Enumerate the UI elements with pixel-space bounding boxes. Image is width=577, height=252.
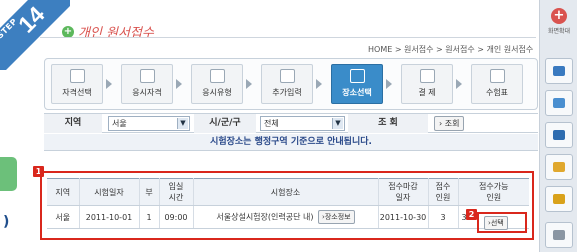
- region-select-value: 서울: [112, 119, 127, 128]
- notice-text: 시험장소는 행정구역 기준으로 안내됩니다.: [44, 134, 538, 151]
- form-icon: [209, 69, 225, 83]
- cell-region: 서울: [47, 205, 80, 229]
- cell-time: 09:00: [159, 205, 194, 229]
- step-label: 응시자격: [132, 88, 162, 97]
- step-label: 추가입력: [272, 88, 302, 97]
- step-label: 수험표: [485, 88, 509, 97]
- region-select[interactable]: 서울 ▼: [108, 116, 190, 131]
- search-button[interactable]: › 조회: [434, 116, 465, 131]
- step-payment: 결 제: [401, 64, 453, 104]
- col-header-place: 시험장소: [193, 178, 379, 206]
- card-icon: [553, 130, 565, 140]
- rail-item-card[interactable]: [545, 122, 573, 148]
- arrow-icon: [106, 79, 113, 89]
- step-label: 결 제: [418, 88, 436, 97]
- arrow-icon: [456, 79, 463, 89]
- city-select[interactable]: 전체 ▼: [260, 116, 345, 131]
- step-ribbon: STEP 14: [0, 0, 70, 70]
- title-divider: [40, 37, 536, 38]
- table-header-row: 지역 시험일자 부 입실 시간 시험장소 접수마감 일자 접수 인원 접수가능 …: [47, 178, 529, 206]
- person-icon: [139, 69, 155, 83]
- search-button-label: 조회: [444, 119, 460, 128]
- city-select-value: 전체: [264, 119, 279, 128]
- region-label: 지역: [44, 114, 102, 133]
- page-title-text: 개인 원서접수: [78, 26, 154, 41]
- select-button-label: 선택: [490, 219, 504, 227]
- table-row: 서울 2011-10-01 1 09:00 서울상설시험장(인력공단 내) ›장…: [47, 205, 529, 229]
- ticket-icon: [489, 69, 505, 83]
- arrow-icon: [246, 79, 253, 89]
- arrow-icon: [176, 79, 183, 89]
- rail-item-grid[interactable]: [545, 58, 573, 84]
- step-label: 장소선택: [342, 88, 372, 97]
- rail-item-document[interactable]: [545, 222, 573, 248]
- exam-place-table: 지역 시험일자 부 입실 시간 시험장소 접수마감 일자 접수 인원 접수가능 …: [47, 178, 529, 229]
- monitor-icon: [553, 98, 565, 108]
- zoom-button[interactable]: + 화면확대: [544, 8, 574, 46]
- col-header-entry-time: 입실 시간: [159, 178, 194, 206]
- breadcrumb: HOME > 원서접수 > 원서접수 > 개인 원서접수: [368, 45, 534, 54]
- col-header-deadline: 접수마감 일자: [378, 178, 429, 206]
- calculator-icon: [419, 69, 435, 83]
- step-exam-type: 응시유형: [191, 64, 243, 104]
- step-eligibility: 응시자격: [121, 64, 173, 104]
- page-title: + 개인 원서접수: [62, 22, 154, 41]
- cell-place: 서울상설시험장(인력공단 내) ›장소정보: [193, 205, 379, 229]
- step-additional-input: 추가입력: [261, 64, 313, 104]
- cell-applicants: 3: [428, 205, 459, 229]
- left-side-tab[interactable]: [0, 157, 17, 191]
- arrow-icon: [316, 79, 323, 89]
- step-exam-ticket: 수험표: [471, 64, 523, 104]
- step-tracker: 자격선택 응시자격 응시유형 추가입력 장소선택 결 제 수험표: [44, 58, 538, 110]
- arrow-right-icon: ›: [439, 119, 443, 128]
- col-header-applicants: 접수 인원: [428, 178, 459, 206]
- col-header-date: 시험일자: [79, 178, 140, 206]
- document-icon: [553, 230, 565, 240]
- col-header-session: 부: [139, 178, 160, 206]
- certificate-icon: [69, 69, 85, 83]
- cell-session: 1: [139, 205, 160, 229]
- step-band: STEP 14: [0, 0, 70, 70]
- building-icon: [349, 69, 365, 83]
- chevron-down-icon: ▼: [332, 118, 343, 129]
- place-info-label: 장소정보: [324, 213, 351, 221]
- step-number: 14: [12, 1, 50, 38]
- col-header-region: 지역: [47, 178, 80, 206]
- key-icon: [553, 194, 565, 204]
- edit-icon: [279, 69, 295, 83]
- step-label: 응시유형: [202, 88, 232, 97]
- step-certificate-select: 자격선택: [51, 64, 103, 104]
- rail-item-monitor[interactable]: [545, 90, 573, 116]
- zoom-in-icon: +: [551, 8, 567, 24]
- search-label: 조 회: [348, 114, 428, 133]
- cell-date: 2011-10-01: [79, 205, 140, 229]
- folder-icon: [553, 162, 565, 172]
- select-button[interactable]: ›선택: [484, 216, 508, 230]
- rail-item-folder[interactable]: [545, 154, 573, 180]
- cell-deadline: 2011-10-30: [378, 205, 429, 229]
- step-label: 자격선택: [62, 88, 92, 97]
- filter-bar: 지역 서울 ▼ 시/군/구 전체 ▼ 조 회 › 조회: [44, 113, 538, 133]
- arrow-icon: [386, 79, 393, 89]
- annotation-badge-2: 2: [466, 209, 477, 220]
- zoom-label: 화면확대: [547, 28, 571, 35]
- place-info-button[interactable]: ›장소정보: [318, 210, 355, 224]
- step-place-select: 장소선택: [331, 64, 383, 104]
- col-header-available: 접수가능 인원: [458, 178, 529, 206]
- rail-item-key[interactable]: [545, 186, 573, 212]
- right-quick-rail: + 화면확대: [539, 0, 577, 252]
- place-name: 서울상설시험장(인력공단 내): [216, 212, 314, 222]
- left-edge-fragment: ): [3, 214, 10, 230]
- city-label: 시/군/구: [194, 114, 256, 133]
- chevron-down-icon: ▼: [177, 118, 188, 129]
- grid-icon: [553, 66, 565, 76]
